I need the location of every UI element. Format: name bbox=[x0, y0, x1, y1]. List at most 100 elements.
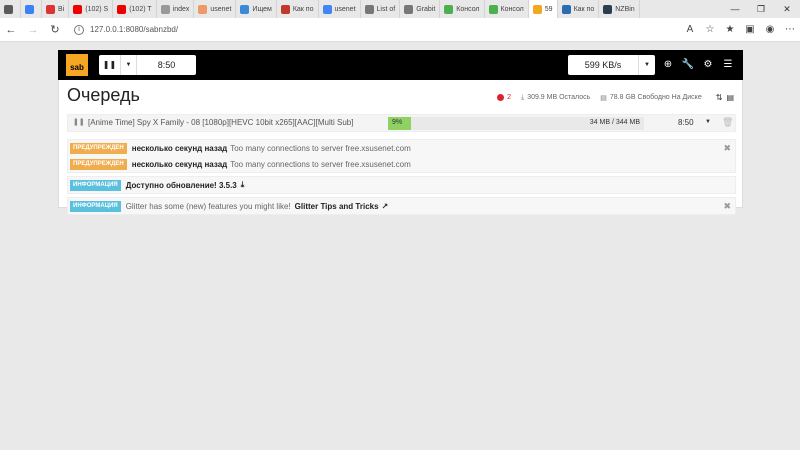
tab-favicon-icon bbox=[404, 4, 414, 14]
browser-tab[interactable]: NZBin bbox=[599, 0, 640, 18]
free-space-stat: ▤ 78.8 GB Свободно На Диске bbox=[600, 94, 702, 102]
tab-label: Grabit bbox=[416, 5, 436, 13]
warning-message: Too many connections to server free.xsus… bbox=[230, 159, 411, 169]
tab-favicon-icon bbox=[322, 4, 332, 14]
warnings-group: ПРЕДУПРЕЖДЕН несколько секунд назад Too … bbox=[67, 139, 736, 173]
browser-tab[interactable] bbox=[0, 0, 21, 18]
favorite-icon[interactable]: ☆ bbox=[700, 24, 720, 35]
tab-label: (102) T bbox=[129, 5, 152, 13]
download-icon: ⤓ bbox=[521, 93, 525, 101]
favorites-icon[interactable]: ★ bbox=[720, 24, 740, 35]
browser-tab[interactable] bbox=[21, 0, 42, 18]
url-field[interactable]: i 127.0.0.1:8080/sabnzbd/ bbox=[66, 21, 680, 39]
wrench-icon[interactable]: 🔧 bbox=[678, 55, 698, 75]
update-notice: ИНФОРМАЦИЯ Доступно обновление! 3.5.3 ⤓ bbox=[67, 176, 736, 194]
speed-value: 599 KB/s bbox=[568, 55, 639, 75]
read-aloud-icon[interactable]: A bbox=[680, 24, 700, 35]
tab-favicon-icon bbox=[25, 4, 34, 14]
browser-tab[interactable]: Bi bbox=[42, 0, 70, 18]
browser-tab[interactable]: Как по bbox=[558, 0, 600, 18]
tab-favicon-icon bbox=[198, 4, 208, 14]
tab-label: NZBin bbox=[615, 5, 635, 13]
info-badge: ИНФОРМАЦИЯ bbox=[70, 200, 121, 212]
gear-icon[interactable]: ⚙ bbox=[698, 55, 718, 75]
warning-time: несколько секунд назад bbox=[131, 159, 228, 169]
warning-badge: ПРЕДУПРЕЖДЕН bbox=[70, 158, 127, 170]
tab-label: Как по bbox=[292, 5, 314, 13]
minimize-icon[interactable]: — bbox=[722, 0, 748, 18]
tab-favicon-icon bbox=[488, 4, 498, 14]
sort-icon[interactable]: ⇅ bbox=[716, 93, 723, 102]
tab-favicon-icon bbox=[280, 4, 290, 14]
trash-icon[interactable]: 🗑 bbox=[722, 117, 733, 128]
warning-icon bbox=[497, 94, 505, 101]
profile-icon[interactable]: ◉ bbox=[760, 24, 780, 35]
close-icon[interactable]: ✕ bbox=[774, 0, 800, 18]
tab-favicon-icon bbox=[4, 4, 13, 14]
tab-label: List of bbox=[376, 5, 396, 13]
remaining-stat: ⤓ 309.9 MB Осталось bbox=[521, 93, 591, 102]
pause-dropdown-icon[interactable]: ▼ bbox=[121, 55, 137, 75]
queue-stats: 2 ⤓ 309.9 MB Осталось ▤ 78.8 GB Свободно… bbox=[497, 93, 734, 102]
browser-tab[interactable]: Grabit bbox=[400, 0, 441, 18]
window-controls: — ❐ ✕ bbox=[722, 0, 800, 18]
tab-favicon-icon bbox=[444, 4, 454, 14]
speed-limit-group[interactable]: 599 KB/s ▼ bbox=[568, 55, 655, 75]
tab-label: Ищем bbox=[252, 5, 272, 13]
forward-icon[interactable]: → bbox=[22, 24, 44, 36]
add-nzb-icon[interactable]: ⊕ bbox=[658, 55, 678, 75]
tab-favicon-icon bbox=[240, 4, 250, 14]
browser-tab[interactable]: usenet bbox=[194, 0, 237, 18]
queue-panel: Очередь 2 ⤓ 309.9 MB Осталось ▤ 78.8 GB … bbox=[58, 80, 743, 215]
browser-tab[interactable]: List of bbox=[361, 0, 401, 18]
menu-icon[interactable]: ☰ bbox=[718, 55, 738, 75]
tab-favicon-icon bbox=[364, 4, 374, 14]
more-icon[interactable]: ⋯ bbox=[780, 24, 800, 35]
queue-job-row: ❚❚ [Anime Time] Spy X Family - 08 [1080p… bbox=[67, 114, 736, 132]
warning-badge: ПРЕДУПРЕЖДЕН bbox=[70, 142, 127, 154]
tab-label: (102) S bbox=[85, 5, 109, 13]
job-options-icon[interactable]: ▼ bbox=[705, 119, 711, 125]
pause-time: 8:50 bbox=[157, 60, 176, 70]
browser-tab[interactable]: Ищем bbox=[236, 0, 277, 18]
browser-tab[interactable]: (102) T bbox=[113, 0, 157, 18]
job-name[interactable]: [Anime Time] Spy X Family - 08 [1080p][H… bbox=[88, 118, 353, 127]
tab-label: Как по bbox=[573, 5, 595, 13]
update-link[interactable]: Доступно обновление! 3.5.3 bbox=[126, 181, 237, 190]
glitter-tips-link[interactable]: Glitter Tips and Tricks bbox=[295, 202, 379, 211]
tab-favicon-icon bbox=[117, 4, 127, 14]
restore-icon[interactable]: ❐ bbox=[748, 0, 774, 18]
download-icon[interactable]: ⤓ bbox=[241, 180, 245, 190]
url-text: 127.0.0.1:8080/sabnzbd/ bbox=[90, 25, 179, 34]
list-view-icon[interactable]: ▤ bbox=[726, 93, 734, 102]
warnings-indicator[interactable]: 2 bbox=[497, 94, 511, 101]
job-eta: 8:50 bbox=[678, 118, 694, 127]
browser-tab[interactable]: Как по bbox=[277, 0, 319, 18]
collections-icon[interactable]: ▣ bbox=[740, 24, 760, 35]
browser-tab[interactable]: (102) S bbox=[69, 0, 114, 18]
back-icon[interactable]: ← bbox=[0, 24, 22, 36]
browser-tab[interactable]: Консол bbox=[440, 0, 485, 18]
speed-dropdown-icon[interactable]: ▼ bbox=[639, 62, 655, 68]
tab-favicon-icon bbox=[160, 4, 170, 14]
dismiss-warnings-icon[interactable]: ✖ bbox=[723, 143, 731, 154]
sab-logo[interactable]: sab bbox=[66, 54, 88, 76]
tab-label: Консол bbox=[456, 5, 480, 13]
dismiss-glitter-icon[interactable]: ✖ bbox=[723, 201, 731, 212]
info-icon[interactable]: i bbox=[74, 24, 84, 35]
browser-tab[interactable]: index bbox=[157, 0, 195, 18]
warning-row: ПРЕДУПРЕЖДЕН несколько секунд назад Too … bbox=[68, 156, 735, 172]
tab-favicon-icon bbox=[46, 4, 55, 14]
refresh-icon[interactable]: ↻ bbox=[44, 23, 66, 36]
external-link-icon[interactable]: ↗ bbox=[382, 202, 389, 211]
browser-tab[interactable]: 59 bbox=[528, 0, 558, 18]
sab-navbar: sab ❚❚ ▼ 8:50 599 KB/s ▼ ⊕ 🔧 ⚙ ☰ bbox=[58, 50, 743, 80]
tab-favicon-icon bbox=[561, 4, 571, 14]
job-pause-icon[interactable]: ❚❚ bbox=[73, 118, 85, 126]
tab-favicon-icon bbox=[603, 4, 613, 14]
browser-tab[interactable]: Консол bbox=[485, 0, 529, 18]
browser-tab[interactable]: usenet bbox=[319, 0, 361, 18]
page-title: Очередь bbox=[67, 85, 140, 105]
pause-button[interactable]: ❚❚ bbox=[99, 55, 121, 75]
pause-group: ❚❚ ▼ 8:50 bbox=[99, 55, 196, 75]
